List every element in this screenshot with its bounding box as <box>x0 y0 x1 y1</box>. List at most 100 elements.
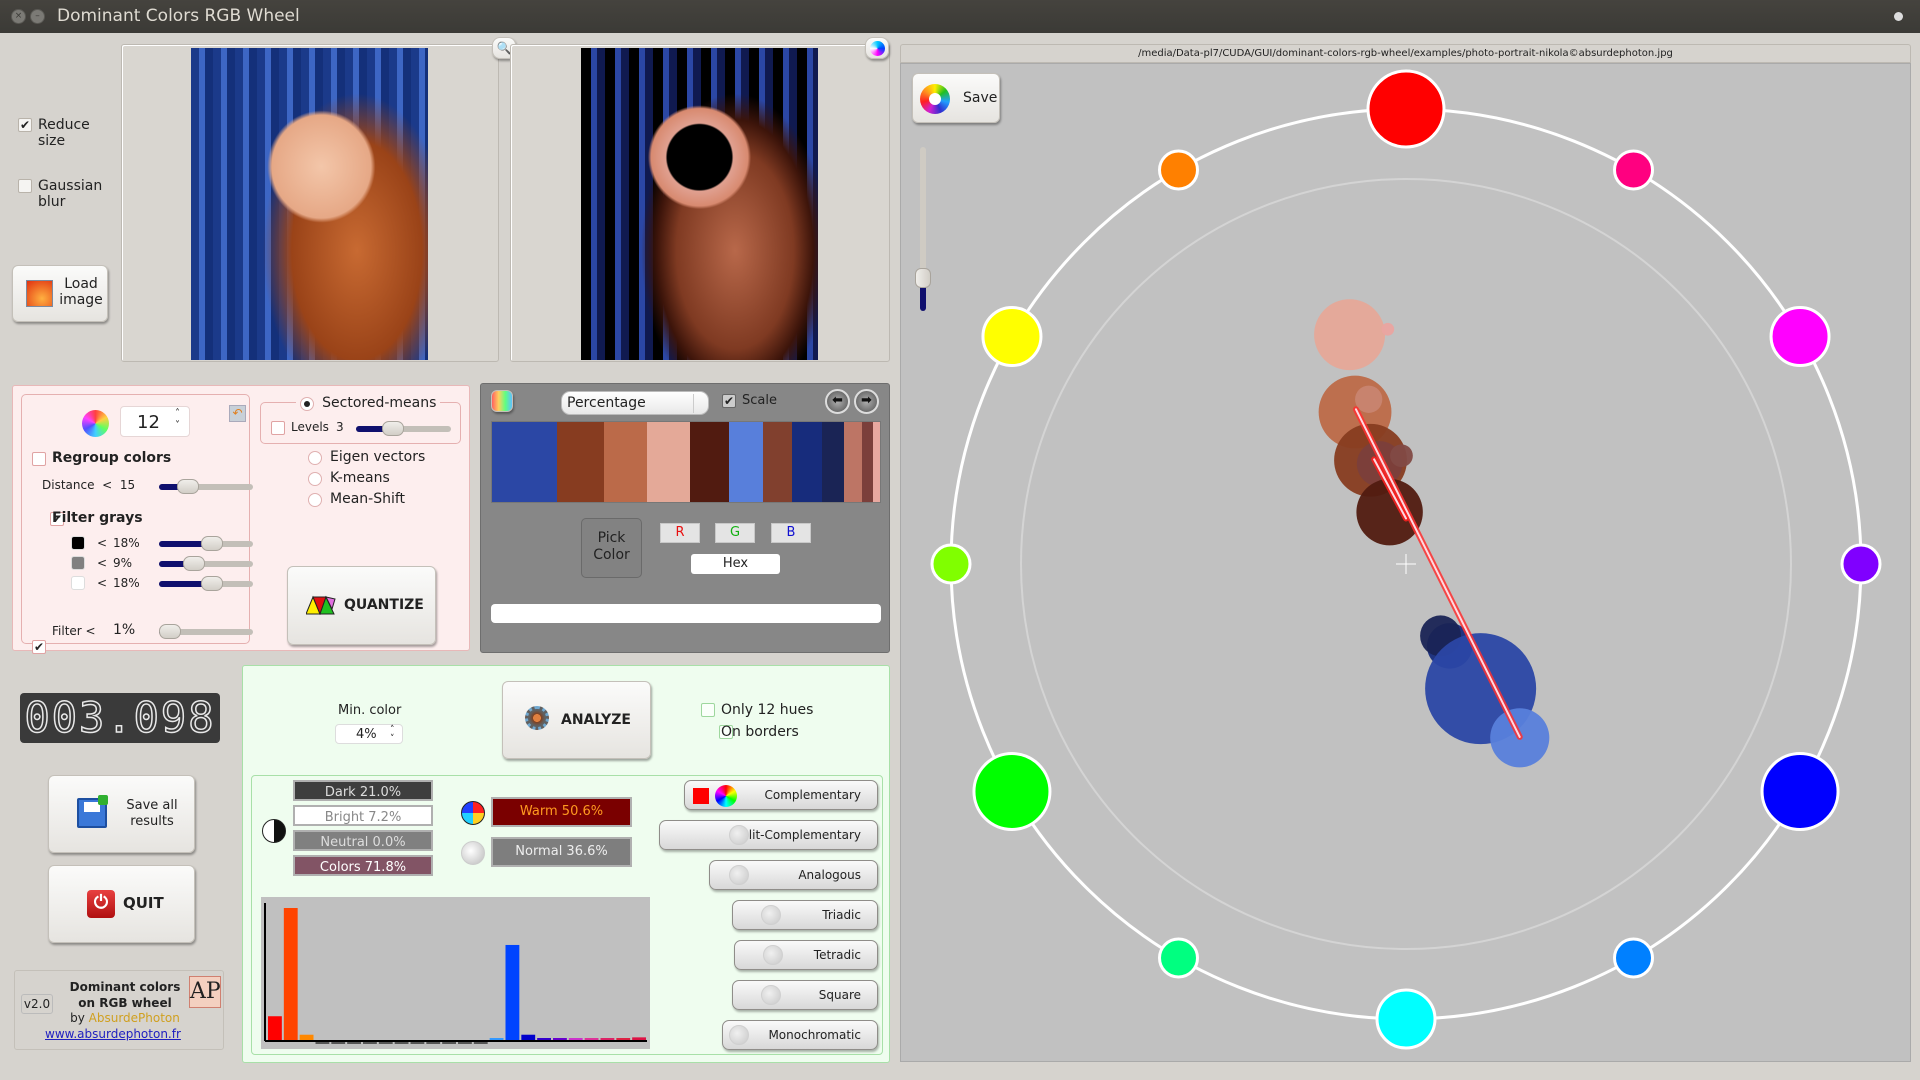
hue-marker-magenta <box>1769 306 1831 367</box>
histogram-bar <box>442 1042 456 1044</box>
rgb-color-wheel[interactable] <box>901 64 1910 1061</box>
gaussian-blur-checkbox[interactable] <box>18 178 32 193</box>
bright-stat: Bright 7.2% <box>293 805 433 826</box>
save-quantized-button[interactable] <box>865 37 889 59</box>
mean-shift-option[interactable]: Mean-Shift <box>308 491 405 507</box>
gray-filter-slider[interactable] <box>159 556 253 571</box>
palette-swatch[interactable] <box>689 422 729 502</box>
quantize-button[interactable]: QUANTIZE <box>287 566 436 645</box>
analyze-button[interactable]: ANALYZE <box>502 681 651 759</box>
harmony-monochromatic-button[interactable]: Monochromatic <box>722 1020 878 1050</box>
palette-swatch[interactable] <box>791 422 822 502</box>
histogram-bar <box>363 1042 377 1044</box>
warm-cold-icon <box>461 801 485 825</box>
distance-slider[interactable] <box>159 479 253 494</box>
original-photo <box>191 48 428 360</box>
save-wheel-button[interactable]: Save <box>912 73 1000 123</box>
k-means-radio[interactable] <box>308 471 322 486</box>
reduce-size-checkbox[interactable]: ✔ <box>18 117 32 132</box>
gray-filter-slider[interactable] <box>159 576 253 591</box>
load-image-button[interactable]: Load image <box>12 265 108 322</box>
version-badge: v2.0 <box>21 994 53 1014</box>
harmony-analogous-button[interactable]: Analogous <box>709 860 878 890</box>
palette-swatch[interactable] <box>861 422 873 502</box>
yin-yang-icon <box>262 819 286 843</box>
harmony-square-button[interactable]: Square <box>732 980 878 1010</box>
harmony-off-indicator <box>761 985 781 1005</box>
colors-stat: Colors 71.8% <box>293 855 433 876</box>
harmony-color-swatch <box>693 788 709 804</box>
palette-swatch[interactable] <box>873 422 881 502</box>
k-means-label: K-means <box>330 470 390 486</box>
sectored-means-radio[interactable] <box>300 396 314 411</box>
save-all-results-button[interactable]: Save all results <box>48 775 195 853</box>
regroup-colors-checkbox[interactable] <box>32 451 46 466</box>
green-value-button[interactable]: G <box>715 523 755 543</box>
filter-checkbox[interactable]: ✔ <box>32 639 46 654</box>
normal-stat: Normal 36.6% <box>491 837 632 867</box>
hue-histogram <box>261 897 650 1049</box>
minimize-window-button[interactable]: – <box>30 9 45 24</box>
k-means-option[interactable]: K-means <box>308 470 390 486</box>
window-menu-icon[interactable] <box>1894 12 1903 21</box>
filter-label: Filter < <box>52 624 96 638</box>
filter-slider[interactable] <box>159 624 253 639</box>
mean-shift-label: Mean-Shift <box>330 491 406 507</box>
gray-swatch <box>71 536 85 550</box>
wheel-zoom-slider[interactable] <box>915 147 931 311</box>
gaussian-blur-option[interactable]: Gaussian blur <box>18 178 113 210</box>
histogram-bar <box>283 908 298 1040</box>
harmony-tetradic-button[interactable]: Tetradic <box>734 940 878 970</box>
gray-filter-value: 9% <box>113 556 133 570</box>
palette-swatch[interactable] <box>604 422 648 502</box>
harmony-triadic-button[interactable]: Triadic <box>732 900 878 930</box>
quit-button[interactable]: ⏻ QUIT <box>48 865 195 943</box>
website-link[interactable]: www.absurdephoton.fr <box>45 1027 181 1041</box>
absurdephoton-logo: AP <box>189 976 221 1008</box>
quantize-settings-panel: 12 ˄ ˅ ↶ Regroup colors Distance < 15 ✔ F… <box>12 385 470 654</box>
sectored-means-option[interactable]: Sectored-means <box>296 395 441 411</box>
harmony-complementary-button[interactable]: Complementary <box>684 780 878 810</box>
palette-swatch[interactable] <box>843 422 862 502</box>
close-window-button[interactable]: × <box>11 9 26 24</box>
levels-checkbox[interactable] <box>271 420 285 435</box>
palette-swatch[interactable] <box>821 422 844 502</box>
min-color-spinbox[interactable]: 4% ˄ ˅ <box>335 724 403 744</box>
reset-icon[interactable]: ↶ <box>229 405 246 422</box>
reduce-size-option[interactable]: ✔ Reduce size <box>18 117 113 149</box>
gears-icon <box>525 706 549 730</box>
analyze-panel: Min. color 4% ˄ ˅ ANALYZE Only 12 hues On… <box>242 665 890 1063</box>
pick-color-button[interactable]: Pick Color <box>581 518 642 578</box>
gray-filter-slider[interactable] <box>159 536 253 551</box>
harmony-split-complementary-button[interactable]: Split-Complementary <box>659 820 878 850</box>
spin-arrows-icon[interactable]: ˄ ˅ <box>175 408 180 432</box>
zoom-slider-handle[interactable] <box>915 268 931 289</box>
harmony-label: Complementary <box>764 788 861 802</box>
palette-swatch[interactable] <box>557 422 605 502</box>
color-info-field[interactable] <box>491 604 881 623</box>
palette-swatch[interactable] <box>492 422 558 502</box>
only-12-hues-checkbox[interactable] <box>701 702 715 717</box>
sort-mode-select[interactable]: Percentage <box>561 391 709 415</box>
hue-marker-chartreuse <box>930 543 972 585</box>
palette-swatches[interactable] <box>491 421 881 503</box>
blue-value-button[interactable]: B <box>771 523 811 543</box>
save-wheel-label: Save <box>963 90 998 106</box>
hex-value-field[interactable]: Hex <box>691 554 780 574</box>
levels-slider[interactable] <box>356 421 451 436</box>
palette-swatch[interactable] <box>728 422 763 502</box>
palette-swatch[interactable] <box>647 422 690 502</box>
spin-arrows-icon[interactable]: ˄ ˅ <box>390 726 395 744</box>
palette-swatch[interactable] <box>762 422 792 502</box>
next-arrow-button[interactable]: ➡ <box>854 389 879 414</box>
scale-checkbox[interactable]: ✔ <box>722 393 736 408</box>
save-palette-icon[interactable] <box>491 390 513 412</box>
about-box: v2.0 Dominant colors on RGB wheel by Abs… <box>14 970 224 1050</box>
eigen-vectors-option[interactable]: Eigen vectors <box>308 449 425 465</box>
num-colors-spinbox[interactable]: 12 ˄ ˅ <box>120 406 190 437</box>
mean-shift-radio[interactable] <box>308 492 322 507</box>
eigen-vectors-radio[interactable] <box>308 450 322 465</box>
dominant-color-dot <box>1314 299 1386 371</box>
red-value-button[interactable]: R <box>660 523 700 543</box>
previous-arrow-button[interactable]: ⬅ <box>825 389 850 414</box>
